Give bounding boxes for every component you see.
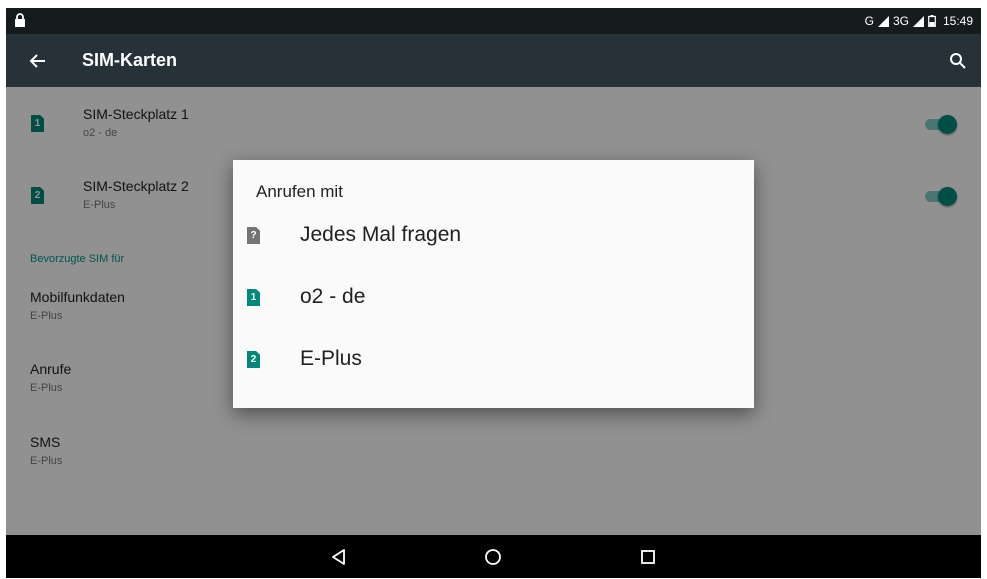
sim-2-icon: 2 xyxy=(247,351,260,368)
navigation-bar xyxy=(6,535,981,578)
network-type-2: 3G xyxy=(892,14,909,28)
option-sim-2[interactable]: 2 E-Plus xyxy=(233,332,754,388)
status-indicators: G 3G 15:49 xyxy=(865,12,973,30)
signal-icon xyxy=(877,15,889,27)
option-ask-every-time[interactable]: ? Jedes Mal fragen xyxy=(233,208,754,264)
device-screen: G 3G 15:49 SIM-Karten 1 SIM-Steckplatz 1 xyxy=(6,8,981,578)
option-sim-2-label: E-Plus xyxy=(300,347,362,370)
dialog-title: Anrufen mit xyxy=(256,182,343,201)
app-toolbar: SIM-Karten xyxy=(6,34,981,87)
call-with-dialog: Anrufen mit ? Jedes Mal fragen 1 o2 - de… xyxy=(233,160,754,408)
nav-recents-icon[interactable] xyxy=(638,547,658,567)
option-sim-1[interactable]: 1 o2 - de xyxy=(233,270,754,326)
back-arrow-icon[interactable] xyxy=(28,51,48,71)
nav-back-icon[interactable] xyxy=(329,547,349,567)
lock-icon xyxy=(15,13,25,27)
network-type-1: G xyxy=(864,14,874,28)
page-title: SIM-Karten xyxy=(82,50,178,70)
status-bar: G 3G 15:49 xyxy=(6,8,981,34)
battery-icon xyxy=(928,15,936,27)
option-ask-every-time-label: Jedes Mal fragen xyxy=(300,223,462,246)
nav-home-icon[interactable] xyxy=(483,547,503,567)
option-sim-1-label: o2 - de xyxy=(300,285,366,308)
signal-icon-2 xyxy=(912,15,924,27)
search-icon[interactable] xyxy=(949,52,967,70)
clock: 15:49 xyxy=(942,14,973,28)
sim-1-icon: 1 xyxy=(247,289,260,306)
question-sim-icon: ? xyxy=(247,227,260,244)
